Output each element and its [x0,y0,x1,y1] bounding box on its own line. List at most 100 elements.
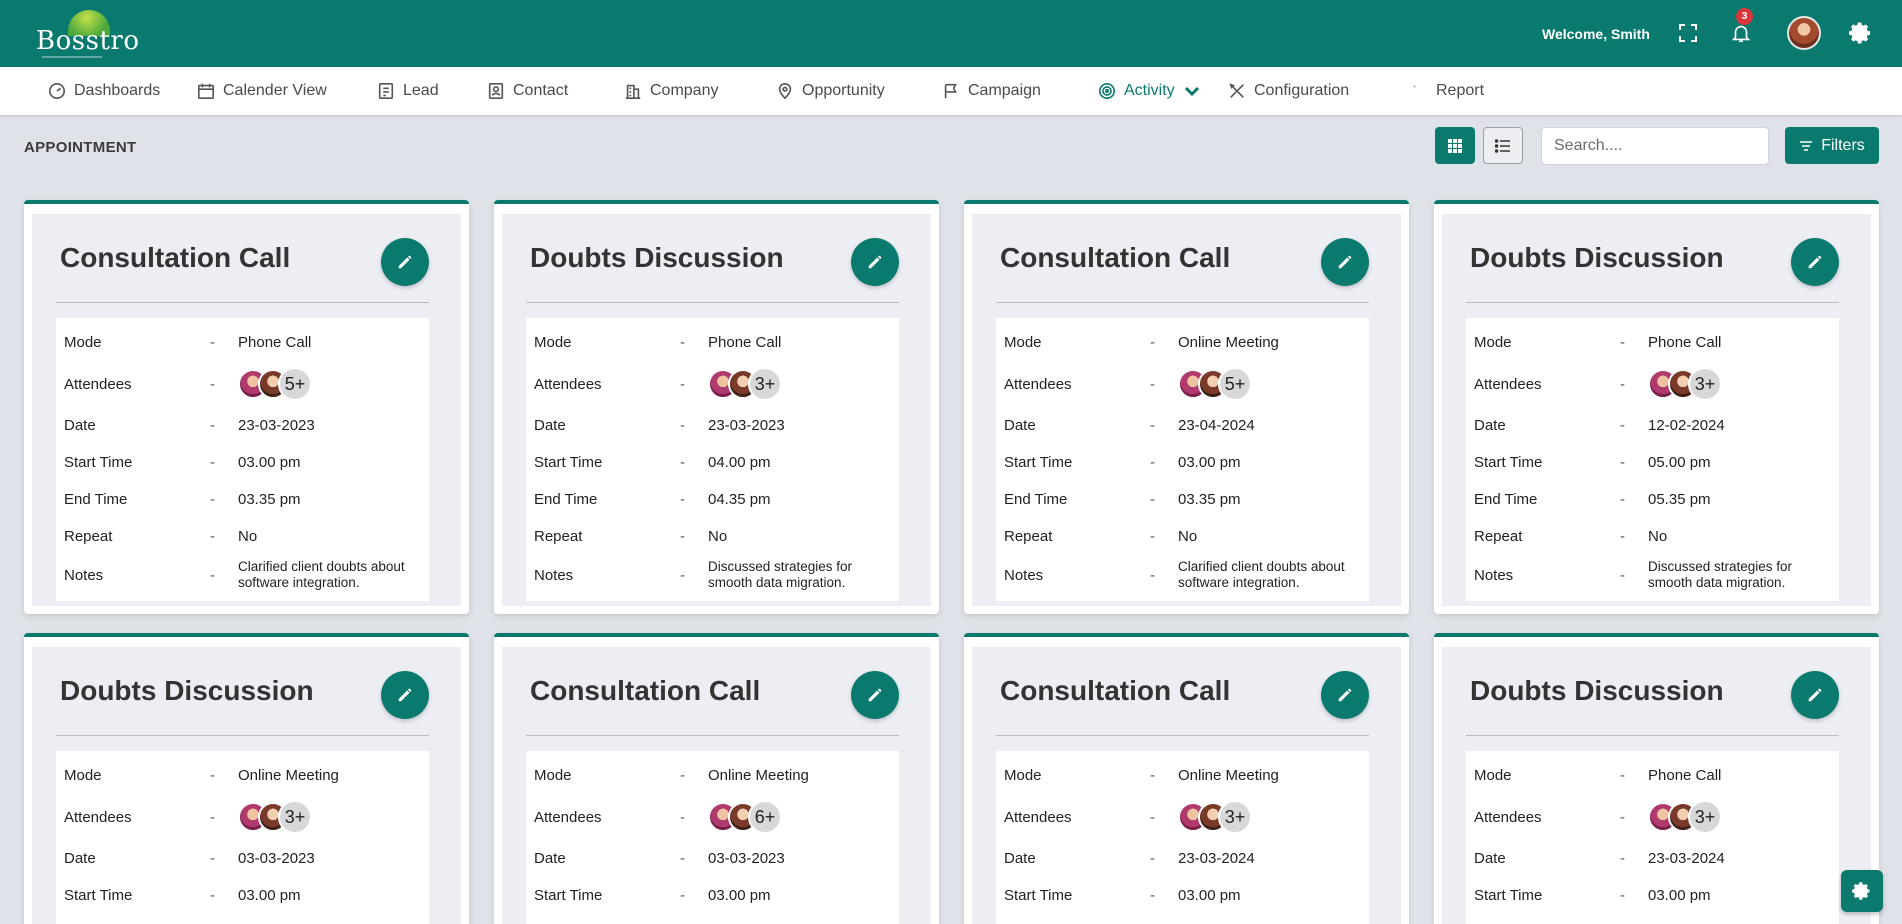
more-attendees-count: 3+ [278,800,312,834]
app-logo[interactable]: Bosstro [36,10,146,58]
edit-button[interactable] [1791,238,1839,286]
nav-contact[interactable]: Contact [487,67,568,115]
start-time-value: 03.00 pm [238,454,301,471]
start-time-label: Start Time [64,454,133,471]
detail-row-repeat: Repeat - No [1474,518,1831,555]
separator: - [1150,528,1155,545]
appointment-card: Consultation Call Mode - Online Meeting Atte… [494,633,939,924]
pencil-icon [1808,688,1822,702]
attendee-avatars[interactable]: 3+ [1648,800,1831,834]
nav-activity[interactable]: Activity [1098,67,1201,115]
pencil-icon [398,255,412,269]
date-value: 23-03-2023 [238,417,315,434]
mode-label: Mode [1004,334,1042,351]
appointment-card: Doubts Discussion Mode - Phone Call Attendee… [1434,200,1879,614]
appointment-card: Consultation Call Mode - Online Meeting Atte… [964,200,1409,614]
edit-button[interactable] [1321,238,1369,286]
mode-label: Mode [1474,767,1512,784]
attendee-avatars[interactable]: 5+ [1178,367,1361,401]
appointment-card: Doubts Discussion Mode - Phone Call Attendee… [494,200,939,614]
target-icon [1098,82,1116,100]
filter-icon [1800,140,1813,151]
detail-row-attendees: Attendees - 6+ [534,794,891,840]
notification-badge: 3 [1736,8,1753,25]
edit-button[interactable] [851,671,899,719]
edit-button[interactable] [1321,671,1369,719]
separator: - [1620,850,1625,867]
separator: - [680,417,685,434]
detail-row-end-time: End Time - 04.35 pm [534,481,891,518]
nav-opportunity[interactable]: Opportunity [776,67,885,115]
separator: - [1150,491,1155,508]
divider [526,735,899,736]
detail-row-start-time: Start Time - 03.00 pm [64,877,421,914]
grid-view-button[interactable] [1435,127,1475,164]
nav-label: Contact [513,82,569,99]
attendee-avatars[interactable]: 3+ [1648,367,1831,401]
nav-label: Lead [403,82,439,99]
nav-campaign[interactable]: Campaign [942,67,1041,115]
end-time-value: 05.35 pm [1648,491,1711,508]
separator: - [680,528,685,545]
detail-row-mode: Mode - Phone Call [1474,757,1831,794]
repeat-label: Repeat [1004,528,1053,545]
attendee-avatars[interactable]: 5+ [238,367,421,401]
separator: - [1620,454,1625,471]
filters-button[interactable]: Filters [1785,127,1879,164]
settings-fab[interactable] [1841,870,1883,912]
nav-calender-view[interactable]: Calender View [197,67,327,115]
gear-icon [1852,882,1870,900]
nav-company[interactable]: Company [624,67,718,115]
end-time-value: 03.35 pm [1178,491,1241,508]
separator: - [210,417,215,434]
nav-dashboards[interactable]: Dashboards [48,67,160,115]
nav-lead[interactable]: Lead [377,67,439,115]
edit-button[interactable] [381,238,429,286]
chevron-down-icon [1184,86,1199,97]
more-attendees-count: 3+ [1688,800,1722,834]
list-icon [1495,138,1510,153]
welcome-text: Welcome, Smith [1542,26,1650,42]
edit-button[interactable] [381,671,429,719]
fullscreen-icon[interactable] [1673,18,1703,48]
attendees-label: Attendees [1474,808,1542,826]
separator: - [210,767,215,784]
repeat-value: No [708,528,728,545]
nav-report[interactable]: Report [1410,67,1484,115]
repeat-label: Repeat [64,528,113,545]
nav-configuration[interactable]: Configuration [1228,67,1349,115]
start-time-label: Start Time [534,454,603,471]
attendee-avatars[interactable]: 3+ [708,367,891,401]
separator: - [1150,887,1155,904]
start-time-value: 03.00 pm [1178,454,1241,471]
start-time-value: 05.00 pm [1648,454,1711,471]
attendees-label: Attendees [1004,808,1072,826]
separator: - [1150,334,1155,351]
edit-button[interactable] [851,238,899,286]
detail-row-notes: Notes - Discussed strategies for smooth da… [534,555,891,595]
search-input[interactable] [1541,127,1769,165]
edit-button[interactable] [1791,671,1839,719]
gear-icon[interactable] [1846,18,1876,48]
date-label: Date [534,417,566,434]
attendee-avatars[interactable]: 3+ [1178,800,1361,834]
user-avatar[interactable] [1787,16,1821,50]
detail-row-date: Date - 03-03-2023 [534,840,891,877]
pencil-icon [1338,688,1352,702]
start-time-label: Start Time [1004,454,1073,471]
mode-label: Mode [64,334,102,351]
detail-row-notes: Notes - Clarified client doubts about soft… [64,555,421,595]
separator: - [1150,375,1155,393]
repeat-value: No [1178,528,1198,545]
detail-row-attendees: Attendees - 3+ [1004,794,1361,840]
repeat-value: No [238,528,258,545]
attendee-avatars[interactable]: 6+ [708,800,891,834]
list-view-button[interactable] [1483,127,1523,164]
separator: - [1620,528,1625,545]
separator: - [1150,417,1155,434]
end-time-value: 03.35 pm [238,491,301,508]
details-table: Mode - Phone Call Attendees - 3+ Date - 23-03-20… [526,318,899,601]
details-table: Mode - Online Meeting Attendees - 6+ Date - 03-0… [526,751,899,924]
date-value: 23-04-2024 [1178,417,1255,434]
attendee-avatars[interactable]: 3+ [238,800,421,834]
